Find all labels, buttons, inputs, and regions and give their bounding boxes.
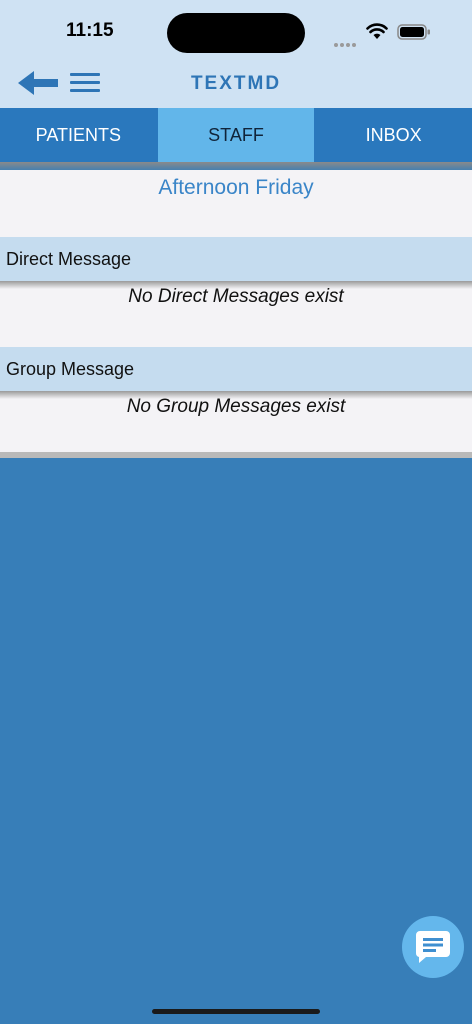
- messages-panel: Afternoon Friday Direct Message No Direc…: [0, 170, 472, 456]
- nav-bar: TEXTMD: [0, 60, 472, 108]
- tab-inbox[interactable]: INBOX: [315, 108, 472, 162]
- camera-notch: [167, 13, 305, 53]
- tab-patients[interactable]: PATIENTS: [0, 108, 157, 162]
- direct-message-header[interactable]: Direct Message: [0, 237, 472, 281]
- status-time: 11:15: [66, 20, 114, 41]
- home-indicator[interactable]: [152, 1009, 320, 1014]
- panel-bottom-divider: [0, 452, 472, 458]
- greeting-title: Afternoon Friday: [158, 176, 314, 199]
- group-message-empty-text: No Group Messages exist: [126, 396, 346, 417]
- tab-staff[interactable]: STAFF: [157, 108, 315, 162]
- direct-message-empty-text: No Direct Messages exist: [128, 286, 344, 307]
- status-bar: 11:15: [0, 0, 472, 60]
- app-title: TEXTMD: [190, 73, 282, 94]
- wifi-icon: [366, 23, 388, 39]
- chat-bubble-icon: [415, 931, 450, 963]
- battery-icon: [397, 24, 430, 40]
- cellular-signal-icon: [334, 34, 358, 52]
- tab-bar: PATIENTS STAFF INBOX: [0, 108, 472, 162]
- group-message-header[interactable]: Group Message: [0, 347, 472, 391]
- new-message-button[interactable]: [402, 916, 464, 978]
